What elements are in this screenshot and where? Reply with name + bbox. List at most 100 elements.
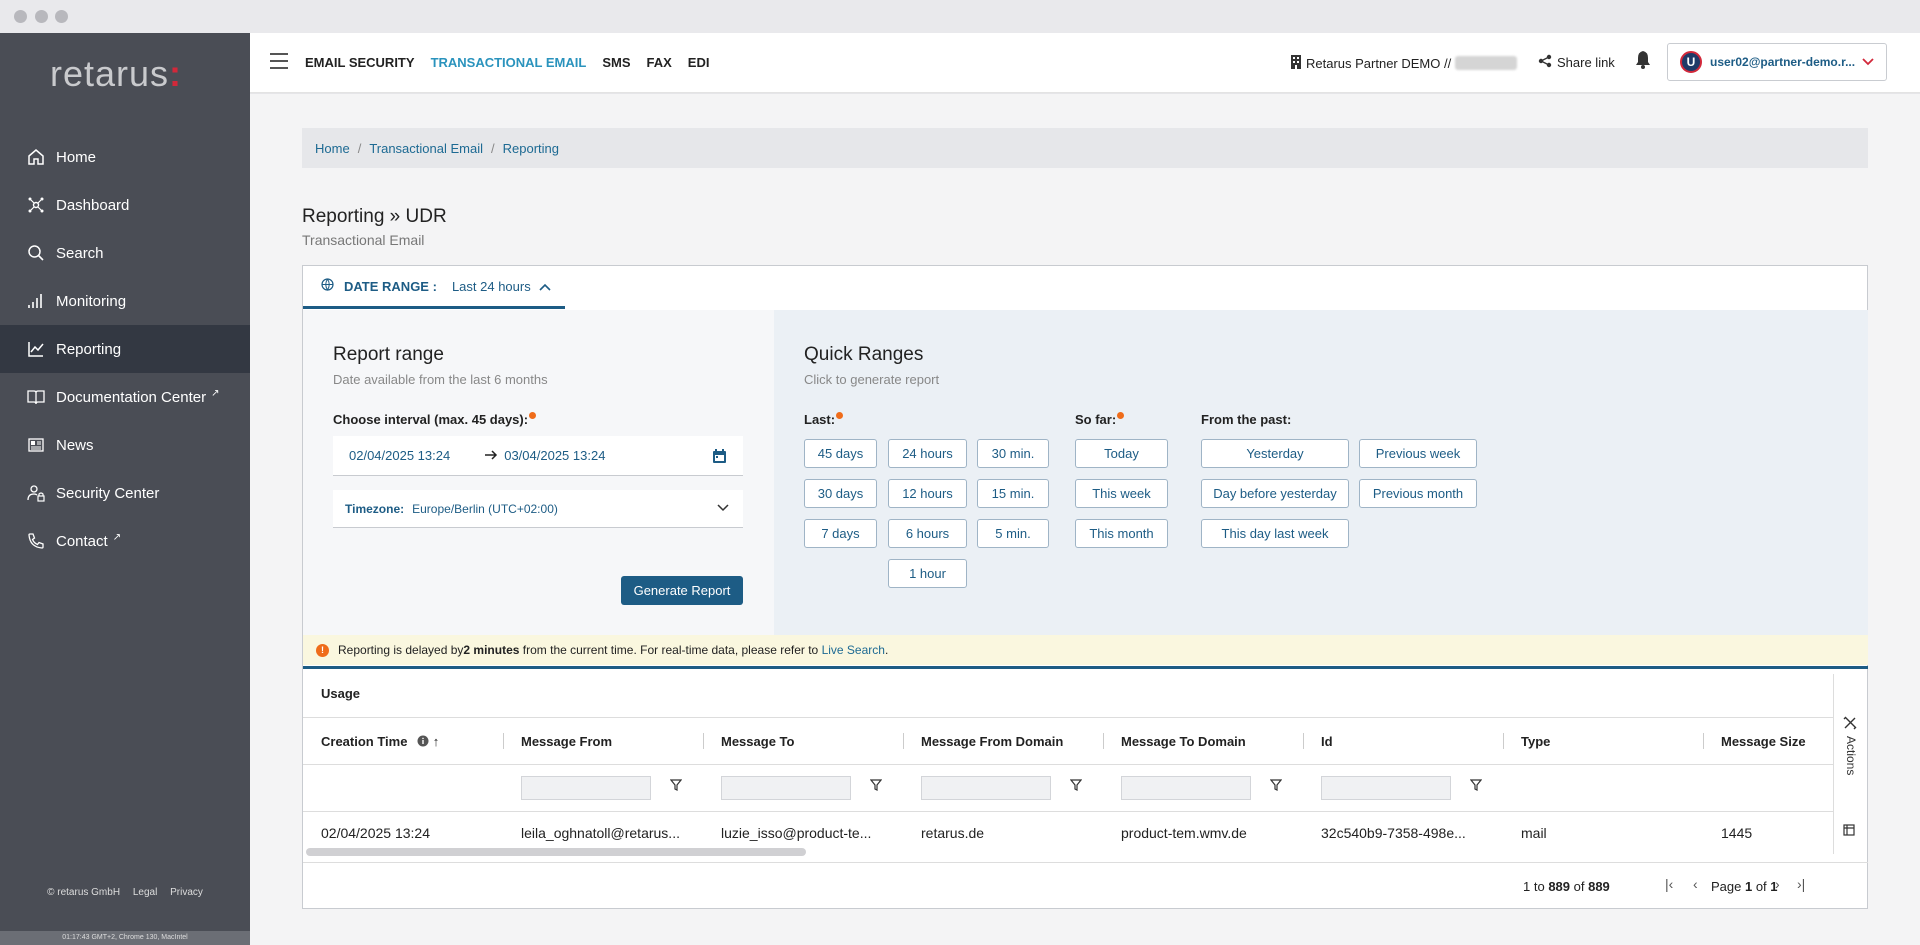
sidebar-item-home[interactable]: Home: [0, 133, 250, 181]
sidebar-item-search[interactable]: Search: [0, 229, 250, 277]
dashboard-icon: [26, 195, 46, 215]
column-header-creation-time[interactable]: Creation Time ↑: [321, 734, 439, 750]
notice-text-end: .: [884, 643, 889, 657]
next-page-icon[interactable]: ›: [1775, 876, 1780, 892]
filter-icon[interactable]: [669, 779, 683, 794]
quick-previous-week-button[interactable]: Previous week: [1359, 439, 1477, 468]
retarus-logo[interactable]: retarus:: [50, 53, 182, 95]
filter-input-id[interactable]: [1321, 776, 1451, 800]
quick-30-min-button[interactable]: 30 min.: [977, 439, 1049, 468]
window-maximize-dot[interactable]: [55, 10, 68, 23]
sidebar-item-documentation-center[interactable]: Documentation Center ↗: [0, 373, 250, 421]
columns-panel-icon[interactable]: [1843, 824, 1855, 839]
window-minimize-dot[interactable]: [35, 10, 48, 23]
nav-sms[interactable]: SMS: [602, 55, 630, 70]
timezone-select[interactable]: Timezone: Europe/Berlin (UTC+02:00): [333, 490, 743, 528]
quick-12-hours-button[interactable]: 12 hours: [888, 479, 967, 508]
column-resize-handle[interactable]: [1103, 733, 1104, 749]
generate-report-button[interactable]: Generate Report: [621, 576, 743, 605]
cell-message-to-domain: product-tem.wmv.de: [1121, 825, 1247, 841]
quick-6-hours-button[interactable]: 6 hours: [888, 519, 967, 548]
column-header-message-to-domain[interactable]: Message To Domain: [1121, 734, 1246, 749]
sidebar-item-security-center[interactable]: Security Center: [0, 469, 250, 517]
column-resize-handle[interactable]: [503, 733, 504, 749]
date-interval-input[interactable]: 02/04/2025 13:24 03/04/2025 13:24: [333, 436, 743, 476]
share-link-button[interactable]: Share link: [1538, 54, 1615, 71]
column-header-id[interactable]: Id: [1321, 734, 1333, 749]
filter-icon[interactable]: [1069, 779, 1083, 794]
user-menu[interactable]: U user02@partner-demo.r...: [1667, 43, 1887, 81]
hamburger-menu-icon[interactable]: [270, 53, 288, 69]
column-resize-handle[interactable]: [903, 733, 904, 749]
calendar-icon[interactable]: [712, 448, 727, 467]
column-resize-handle[interactable]: [1703, 733, 1704, 749]
quick-15-min-button[interactable]: 15 min.: [977, 479, 1049, 508]
phone-icon: [26, 531, 46, 551]
main-content: Home / Transactional Email / Reporting R…: [250, 94, 1920, 945]
column-resize-handle[interactable]: [1503, 733, 1504, 749]
quick-this-week-button[interactable]: This week: [1075, 479, 1168, 508]
sidebar-item-reporting[interactable]: Reporting: [0, 325, 250, 373]
sidebar-item-dashboard[interactable]: Dashboard: [0, 181, 250, 229]
report-range-title: Report range: [333, 344, 444, 365]
breadcrumb-home[interactable]: Home: [315, 141, 350, 156]
column-header-message-from[interactable]: Message From: [521, 734, 612, 749]
quick-this-month-button[interactable]: This month: [1075, 519, 1168, 548]
quick-5-min-button[interactable]: 5 min.: [977, 519, 1049, 548]
breadcrumb-reporting[interactable]: Reporting: [503, 141, 559, 156]
partner-selector[interactable]: Retarus Partner DEMO //: [1290, 54, 1518, 72]
first-page-icon[interactable]: |‹: [1665, 876, 1673, 892]
quick-24-hours-button[interactable]: 24 hours: [888, 439, 967, 468]
quick-1-hour-button[interactable]: 1 hour: [888, 559, 967, 588]
column-header-message-to[interactable]: Message To: [721, 734, 794, 749]
quick-day-before-yesterday-button[interactable]: Day before yesterday: [1201, 479, 1349, 508]
cell-message-from-domain: retarus.de: [921, 825, 985, 841]
partner-name: Retarus Partner DEMO //: [1306, 55, 1452, 71]
filter-icon[interactable]: [1269, 779, 1283, 794]
quick-this-day-last-week-button[interactable]: This day last week: [1201, 519, 1349, 548]
breadcrumb-transactional-email[interactable]: Transactional Email: [369, 141, 483, 156]
nav-transactional-email[interactable]: TRANSACTIONAL EMAIL: [431, 55, 587, 70]
table-row[interactable]: 02/04/2025 13:24 leila_oghnatoll@retarus…: [303, 813, 1823, 849]
date-range-tab[interactable]: DATE RANGE : Last 24 hours: [303, 266, 565, 309]
product-nav: EMAIL SECURITY TRANSACTIONAL EMAIL SMS F…: [305, 55, 725, 70]
sidebar-item-monitoring[interactable]: Monitoring: [0, 277, 250, 325]
nav-email-security[interactable]: EMAIL SECURITY: [305, 55, 415, 70]
legal-link[interactable]: Legal: [133, 887, 157, 898]
column-resize-handle[interactable]: [1303, 733, 1304, 749]
actions-panel-toggle[interactable]: Actions: [1844, 736, 1858, 775]
sort-ascending-icon[interactable]: ↑: [433, 734, 440, 749]
quick-previous-month-button[interactable]: Previous month: [1359, 479, 1477, 508]
privacy-link[interactable]: Privacy: [170, 887, 203, 898]
live-search-link[interactable]: Live Search: [822, 643, 885, 657]
quick-30-days-button[interactable]: 30 days: [804, 479, 877, 508]
arrow-right-icon: [484, 448, 498, 463]
share-link-label: Share link: [1557, 55, 1615, 70]
sidebar-item-label: Contact: [56, 532, 108, 550]
column-header-message-from-domain[interactable]: Message From Domain: [921, 734, 1063, 749]
last-label: Last:: [804, 412, 836, 427]
window-close-dot[interactable]: [14, 10, 27, 23]
filter-input-message-to-domain[interactable]: [1121, 776, 1251, 800]
horizontal-scrollbar[interactable]: [306, 848, 806, 856]
quick-45-days-button[interactable]: 45 days: [804, 439, 877, 468]
nav-edi[interactable]: EDI: [688, 55, 710, 70]
quick-today-button[interactable]: Today: [1075, 439, 1168, 468]
from-past-label: From the past:: [1201, 412, 1292, 427]
nav-fax[interactable]: FAX: [647, 55, 672, 70]
filter-icon[interactable]: [1469, 779, 1483, 794]
column-resize-handle[interactable]: [703, 733, 704, 749]
quick-yesterday-button[interactable]: Yesterday: [1201, 439, 1349, 468]
filter-input-message-from[interactable]: [521, 776, 651, 800]
filter-input-message-to[interactable]: [721, 776, 851, 800]
sidebar-item-news[interactable]: News: [0, 421, 250, 469]
prev-page-icon[interactable]: ‹: [1693, 876, 1698, 892]
filter-input-message-from-domain[interactable]: [921, 776, 1051, 800]
sidebar-item-contact[interactable]: Contact ↗: [0, 517, 250, 565]
column-header-message-size[interactable]: Message Size: [1721, 734, 1806, 749]
quick-7-days-button[interactable]: 7 days: [804, 519, 877, 548]
bell-icon[interactable]: [1635, 50, 1651, 72]
filter-icon[interactable]: [869, 779, 883, 794]
column-header-type[interactable]: Type: [1521, 734, 1550, 749]
last-page-icon[interactable]: ›|: [1797, 876, 1805, 892]
